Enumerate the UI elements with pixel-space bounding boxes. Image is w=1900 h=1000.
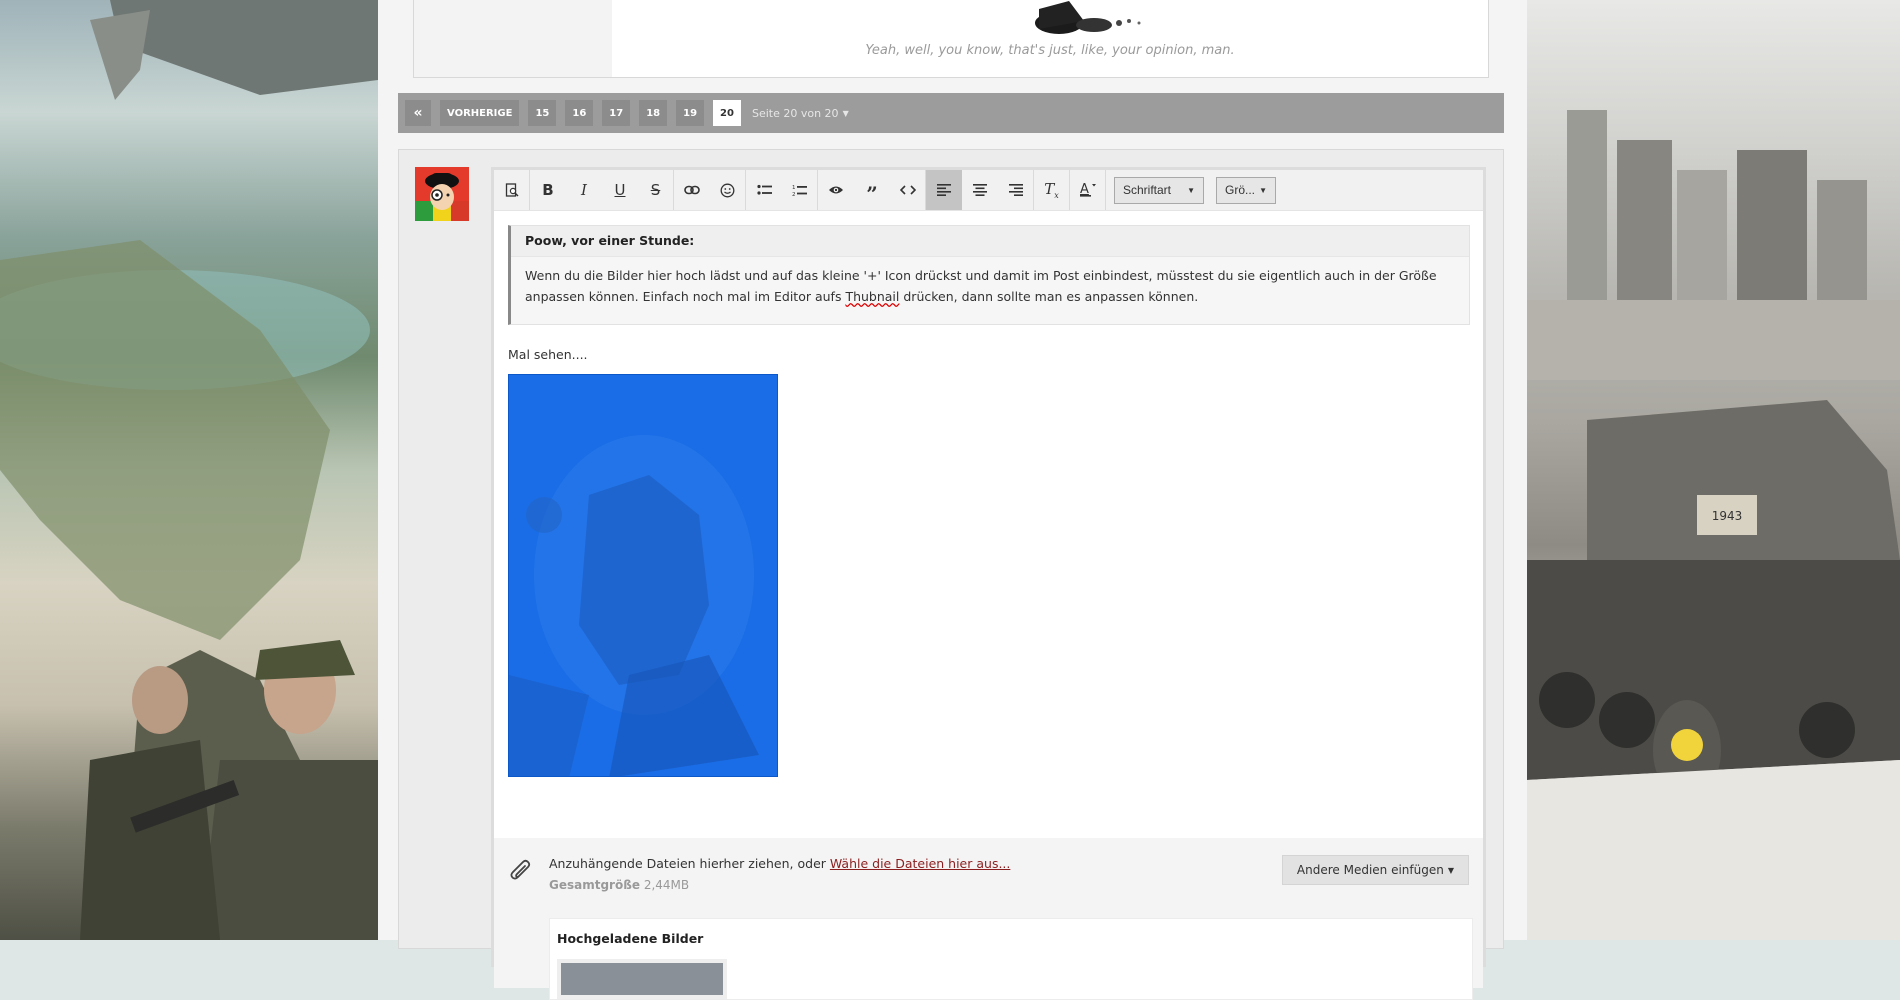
attachment-area: Anzuhängende Dateien hierher ziehen, ode…	[494, 838, 1483, 1000]
italic-button[interactable]: I	[566, 170, 602, 210]
signature-quote: Yeah, well, you know, that's just, like,…	[865, 43, 1235, 58]
caret-down-icon: ▼	[1187, 185, 1195, 195]
svg-text:2: 2	[792, 192, 796, 197]
code-button[interactable]	[890, 170, 926, 210]
emoji-button[interactable]	[710, 170, 746, 210]
quote-header: Poow, vor einer Stunde:	[511, 226, 1469, 257]
page-link-17[interactable]: 17	[602, 100, 631, 126]
numbered-list-icon: 12	[792, 185, 807, 197]
content-column: Yeah, well, you know, that's just, like,…	[378, 0, 1527, 1000]
eye-icon	[829, 186, 843, 194]
underline-icon: U	[614, 181, 626, 199]
svg-text:A: A	[1080, 182, 1089, 197]
align-right-icon	[1008, 184, 1023, 196]
code-icon	[899, 185, 916, 195]
rich-text-editor: B I U S 12 ” Tx A Schriftart ▼ Grö... ▼ …	[491, 167, 1486, 1000]
attachment-total-value: 2,44MB	[643, 878, 690, 892]
bold-icon: B	[542, 181, 554, 199]
smiley-icon	[720, 183, 735, 197]
double-chevron-left-icon: «	[413, 105, 423, 121]
quote-button[interactable]: ”	[854, 170, 890, 210]
background-art-right: 1943	[1527, 0, 1900, 940]
previous-page-button[interactable]: VORHERIGE	[440, 100, 520, 126]
paperclip-icon	[510, 859, 531, 880]
strikethrough-icon: S	[650, 181, 661, 199]
editor-toolbar: B I U S 12 ” Tx A Schriftart ▼ Grö... ▼	[494, 170, 1483, 211]
text-color-button[interactable]: A	[1070, 170, 1106, 210]
post-signature: Yeah, well, you know, that's just, like,…	[413, 0, 1489, 78]
svg-text:1943: 1943	[1712, 509, 1743, 523]
svg-text:1: 1	[792, 185, 796, 191]
embedded-image-artwork	[509, 375, 777, 776]
font-size-select[interactable]: Grö... ▼	[1216, 176, 1276, 204]
caret-down-icon: ▼	[1447, 865, 1454, 875]
uploaded-image-thumbnail[interactable]	[557, 959, 727, 999]
align-center-icon	[973, 184, 987, 196]
attachment-total-size: Gesamtgröße 2,44MB	[549, 878, 689, 892]
background-art-left-illustration	[0, 0, 378, 940]
bold-button[interactable]: B	[530, 170, 566, 210]
align-left-button[interactable]	[926, 170, 962, 210]
bullet-list-button[interactable]	[746, 170, 782, 210]
bullet-list-icon	[756, 184, 772, 195]
first-page-button[interactable]: «	[405, 100, 431, 126]
signature-sidebar	[414, 0, 612, 77]
page-link-current[interactable]: 20	[713, 100, 741, 126]
avatar	[415, 167, 469, 221]
misspelled-word: Thubnail	[845, 289, 900, 304]
insert-media-button[interactable]: Andere Medien einfügen ▼	[1281, 855, 1469, 885]
link-button[interactable]	[674, 170, 710, 210]
quote-body-text-end: drücken, dann sollte man es anpassen kön…	[899, 289, 1199, 304]
strikethrough-button[interactable]: S	[638, 170, 674, 210]
reply-form: B I U S 12 ” Tx A Schriftart ▼ Grö... ▼ …	[398, 149, 1504, 1000]
attachment-drop-hint: Anzuhängende Dateien hierher ziehen, ode…	[549, 856, 1010, 871]
quote-block: Poow, vor einer Stunde: Wenn du die Bild…	[508, 225, 1470, 325]
caret-down-icon: ▼	[842, 108, 849, 118]
align-left-icon	[937, 184, 951, 196]
uploaded-images-panel: Hochgeladene Bilder	[549, 918, 1473, 1000]
font-size-select-value: Grö...	[1225, 183, 1256, 197]
numbered-list-button[interactable]: 12	[782, 170, 818, 210]
attachment-drop-text: Anzuhängende Dateien hierher ziehen, ode…	[549, 856, 830, 871]
pagination-bar: « VORHERIGE 15 16 17 18 19 20 Seite 20 v…	[398, 93, 1504, 133]
background-art-left	[0, 0, 378, 940]
source-view-button[interactable]	[494, 170, 530, 210]
uploaded-images-title: Hochgeladene Bilder	[557, 931, 704, 946]
underline-button[interactable]: U	[602, 170, 638, 210]
quote-icon: ”	[866, 182, 878, 206]
post-paragraph: Mal sehen....	[508, 347, 588, 362]
avatar-image	[415, 167, 469, 221]
choose-files-link[interactable]: Wähle die Dateien hier aus...	[830, 856, 1011, 871]
page-link-18[interactable]: 18	[639, 100, 668, 126]
page-link-15[interactable]: 15	[528, 100, 557, 126]
embedded-image[interactable]	[508, 374, 778, 777]
remove-format-button[interactable]: Tx	[1034, 170, 1070, 210]
align-center-button[interactable]	[962, 170, 998, 210]
font-family-select-value: Schriftart	[1123, 183, 1172, 197]
clear-format-icon: Tx	[1044, 180, 1059, 200]
align-right-button[interactable]	[998, 170, 1034, 210]
link-icon	[684, 185, 700, 195]
page-info-text: Seite 20 von 20	[751, 106, 839, 120]
insert-media-label: Andere Medien einfügen	[1296, 863, 1444, 877]
spoiler-button[interactable]	[818, 170, 854, 210]
page-link-19[interactable]: 19	[676, 100, 705, 126]
page-jump-dropdown[interactable]: Seite 20 von 20 ▼	[752, 107, 849, 120]
font-family-select[interactable]: Schriftart ▼	[1114, 176, 1204, 204]
background-art-right-illustration: 1943	[1527, 110, 1900, 940]
page-link-16[interactable]: 16	[565, 100, 594, 126]
italic-icon: I	[581, 181, 587, 199]
caret-down-icon: ▼	[1259, 185, 1267, 195]
quote-body: Wenn du die Bilder hier hoch lädst und a…	[511, 257, 1469, 315]
signature-image	[1035, 1, 1141, 34]
page-search-icon	[505, 183, 518, 197]
attachment-total-label: Gesamtgröße	[549, 878, 640, 892]
text-color-icon: A	[1079, 182, 1096, 197]
